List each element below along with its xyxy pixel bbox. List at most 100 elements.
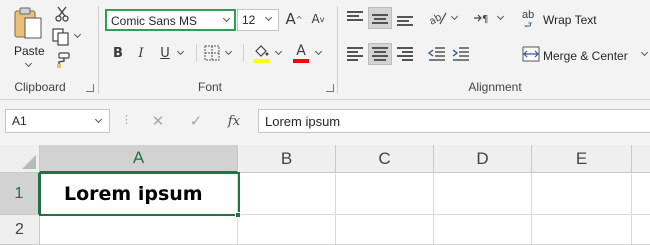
cell-f1[interactable] [632,173,650,215]
column-header-b[interactable]: B [238,145,336,173]
decrease-indent-icon[interactable] [428,46,446,62]
italic-button[interactable]: I [133,44,149,62]
row-header-2[interactable]: 2 [0,215,40,245]
underline-button[interactable]: U [158,44,172,62]
fill-color-dropdown-chevron[interactable] [274,47,283,56]
column-header-a[interactable]: A [40,145,238,173]
bold-button[interactable]: B [110,44,126,62]
row-header-label: 2 [15,220,24,238]
copy-icon [52,28,69,46]
wrap-text-label: Wrap Text [543,13,597,27]
row-header-1[interactable]: 1 [0,173,40,215]
underline-label: U [160,45,170,61]
name-box-value: A1 [12,114,27,128]
cancel-icon[interactable]: ✕ [148,111,168,131]
font-color-dropdown-chevron[interactable] [314,47,323,56]
borders-icon[interactable] [204,45,220,61]
cell-a2[interactable] [40,215,238,245]
increase-font-size-letter: A [285,10,296,28]
format-painter-icon[interactable] [55,52,71,68]
merge-center-label: Merge & Center [543,49,628,63]
merge-center-icon [522,46,540,62]
font-size-value: 12 [242,13,256,27]
select-all-triangle-icon [22,155,36,169]
font-row-separator [243,44,244,62]
decrease-font-size-button[interactable]: Av [308,9,328,29]
top-align-button[interactable] [346,10,364,26]
text-direction-icon[interactable]: ¶ [472,11,492,25]
column-header-c[interactable]: C [336,145,434,173]
cell-e2[interactable] [532,215,632,245]
column-header-label: C [378,148,391,168]
column-header-label: D [476,148,489,168]
paste-label: Paste [14,44,45,58]
increase-indent-icon[interactable] [452,46,470,62]
paste-icon [14,7,42,39]
bottom-align-button[interactable] [396,10,414,26]
cell-c1[interactable] [336,173,434,215]
column-header-d[interactable]: D [434,145,532,173]
clipboard-dialog-launcher[interactable] [86,84,94,92]
cell-d2[interactable] [434,215,532,245]
cell-d1[interactable] [434,173,532,215]
wrap-text-arrow-icon: ⮐ [524,20,533,30]
decrease-font-size-letter: A [311,12,320,26]
clipboard-group-label: Clipboard [14,80,66,94]
cell-c2[interactable] [336,215,434,245]
wrap-text-button[interactable]: ab ⮐ Wrap Text [522,9,602,30]
middle-align-button[interactable] [371,10,389,26]
merge-center-dropdown-chevron[interactable] [640,48,649,57]
font-group-label: Font [197,80,222,94]
formula-input[interactable]: Lorem ipsum [258,109,650,133]
ribbon-separator [98,6,99,94]
column-header-e[interactable]: E [532,145,632,173]
underline-dropdown-chevron[interactable] [176,47,185,56]
cell-b1[interactable] [238,173,336,215]
select-all-corner[interactable] [0,145,40,173]
copy-dropdown-chevron [73,30,82,39]
svg-text:¶: ¶ [482,14,488,25]
name-box[interactable]: A1 [5,109,110,133]
font-name-combobox[interactable]: Comic Sans MS [105,9,236,31]
column-header-label: E [575,148,588,168]
cell-b2[interactable] [238,215,336,245]
copy-button[interactable] [52,28,86,48]
font-row-separator [196,44,197,62]
formula-bar-divider-dots: ⋮ [121,114,132,126]
active-cell-border [39,172,240,216]
formula-input-value: Lorem ipsum [265,114,341,129]
ribbon-separator [337,6,338,94]
merge-center-button[interactable]: Merge & Center [522,45,650,65]
svg-text:ab: ab [428,12,444,27]
align-left-button[interactable] [346,46,364,62]
font-name-value: Comic Sans MS [111,14,198,28]
worksheet-grid: A B C D E 1 2 Lorem ipsum [0,145,650,245]
orientation-icon[interactable]: ab [428,9,448,27]
cell-e1[interactable] [532,173,632,215]
cut-icon[interactable] [55,6,69,22]
font-color-swatch [293,59,309,63]
borders-dropdown-chevron[interactable] [224,47,233,56]
insert-function-icon[interactable]: fx [222,111,246,131]
center-align-button[interactable] [371,46,389,62]
font-dialog-launcher[interactable] [326,84,334,92]
orientation-dropdown-chevron[interactable] [450,12,459,21]
increase-font-size-button[interactable]: A ^ [284,9,304,29]
italic-label: I [138,45,144,61]
align-right-button[interactable] [396,46,414,62]
row-header-label: 1 [14,184,24,202]
column-header-label: B [280,148,293,168]
alignment-group-label: Alignment [468,80,522,94]
font-color-button[interactable]: A [292,43,310,63]
text-direction-dropdown-chevron[interactable] [496,12,505,21]
paste-button[interactable]: Paste [8,4,50,74]
enter-icon[interactable]: ✓ [186,111,206,131]
fill-handle[interactable] [235,212,241,218]
column-header-f[interactable] [632,145,650,173]
cell-f2[interactable] [632,215,650,245]
font-size-combobox[interactable]: 12 [237,9,279,31]
paste-dropdown-chevron[interactable] [24,59,33,68]
fill-color-icon[interactable] [252,43,270,63]
font-color-letter-icon: A [296,42,306,59]
column-header-label: A [132,148,145,167]
